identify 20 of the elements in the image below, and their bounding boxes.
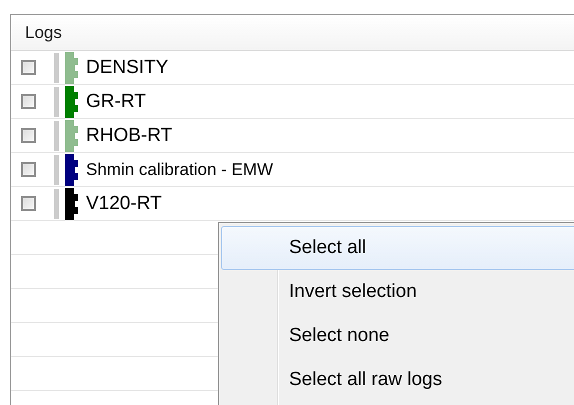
log-name[interactable]: RHOB-RT	[86, 124, 172, 146]
grip-icon	[54, 188, 59, 218]
menu-item[interactable]: Select none	[221, 314, 574, 358]
menu-item[interactable]: Invert selection	[221, 270, 574, 314]
log-name[interactable]: Shmin calibration - EMW	[86, 160, 274, 180]
checkbox[interactable]	[21, 94, 36, 109]
grip-icon	[54, 154, 59, 184]
grip-icon	[54, 86, 59, 116]
menu-item[interactable]: Select all	[221, 226, 574, 270]
checkbox[interactable]	[21, 196, 36, 211]
menu-item[interactable]: Select all raw logs	[221, 358, 574, 402]
checkbox[interactable]	[21, 128, 36, 143]
checkbox[interactable]	[21, 60, 36, 75]
grip-icon	[54, 52, 59, 82]
grip-icon	[54, 120, 59, 150]
log-name[interactable]: V120-RT	[86, 192, 162, 214]
panel-title: Logs	[25, 22, 62, 42]
log-name[interactable]: DENSITY	[86, 56, 168, 78]
log-name[interactable]: GR-RT	[86, 90, 146, 112]
checkbox[interactable]	[21, 162, 36, 177]
